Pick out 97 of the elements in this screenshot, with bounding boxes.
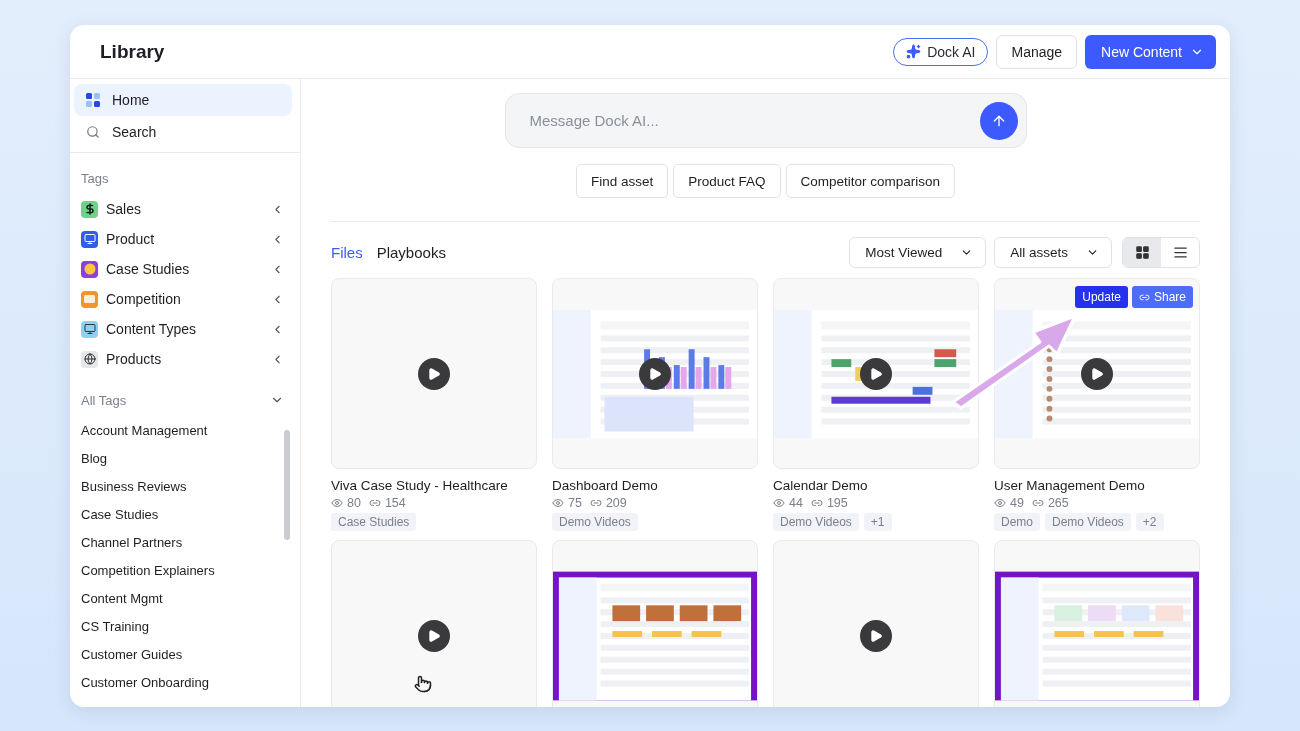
tag-chip: Demo bbox=[994, 513, 1040, 531]
play-icon[interactable] bbox=[418, 357, 450, 390]
list-view-button[interactable] bbox=[1161, 237, 1199, 267]
nav-label: Home bbox=[112, 92, 150, 108]
tab[interactable]: Playbooks bbox=[376, 243, 446, 261]
view-count: 49 bbox=[1010, 496, 1024, 510]
tag-label: Products bbox=[106, 351, 163, 367]
message-field[interactable]: Message Dock AI... bbox=[504, 93, 1027, 148]
play-icon[interactable] bbox=[860, 619, 892, 652]
section-heading: Tags bbox=[80, 171, 110, 186]
tag-chip: +2 bbox=[1135, 513, 1164, 531]
send-button[interactable] bbox=[979, 101, 1018, 140]
tag-list-item[interactable]: Competition Explainers bbox=[70, 556, 300, 584]
video-thumbnail[interactable] bbox=[994, 540, 1200, 707]
card-title: Viva Case Study - Healthcare bbox=[331, 478, 509, 493]
suggestion-button[interactable]: Competitor comparison bbox=[785, 164, 956, 198]
tag-chip: +1 bbox=[863, 513, 892, 531]
card-title: Calendar Demo bbox=[773, 478, 869, 493]
tag-item[interactable]: Products bbox=[70, 344, 300, 374]
tab[interactable]: Files bbox=[331, 243, 363, 261]
tag-list-item[interactable]: Channel Partners bbox=[70, 528, 300, 556]
suggestion-button[interactable]: Product FAQ bbox=[673, 164, 781, 198]
all-tags-toggle[interactable]: All Tags bbox=[70, 388, 300, 412]
tag-chip: Demo Videos bbox=[552, 513, 638, 531]
nav-item[interactable]: Search bbox=[74, 116, 292, 148]
manage-button[interactable]: Manage bbox=[996, 34, 1078, 69]
tag-list-item[interactable]: Business Reviews bbox=[70, 472, 300, 500]
grid-view-button[interactable] bbox=[1123, 237, 1161, 267]
video-thumbnail[interactable] bbox=[552, 278, 758, 469]
link-icon bbox=[1031, 497, 1044, 509]
tag-list-item[interactable]: Blog bbox=[70, 444, 300, 472]
sort-dropdown[interactable]: Most Viewed bbox=[849, 236, 987, 268]
link-count: 195 bbox=[826, 496, 848, 510]
tag-icon bbox=[81, 200, 98, 218]
tag-chip: Demo Videos bbox=[1045, 513, 1131, 531]
nav-label: Search bbox=[112, 124, 157, 140]
update-button[interactable]: Update bbox=[1075, 286, 1128, 308]
tag-item[interactable]: Competition bbox=[70, 284, 300, 314]
tag-list-item[interactable]: Account Management bbox=[70, 416, 300, 444]
tag-icon bbox=[81, 320, 98, 338]
tag-chip: Case Studies bbox=[331, 513, 417, 531]
play-icon[interactable] bbox=[418, 619, 450, 652]
video-thumbnail[interactable] bbox=[331, 278, 537, 469]
page-title: Library bbox=[100, 40, 166, 63]
link-count: 154 bbox=[384, 496, 406, 510]
tag-label: Sales bbox=[106, 201, 143, 217]
video-thumbnail[interactable] bbox=[773, 540, 979, 707]
tag-label: Content Types bbox=[106, 321, 198, 337]
eye-icon bbox=[994, 497, 1006, 509]
eye-icon bbox=[552, 497, 564, 509]
tag-label: Case Studies bbox=[106, 261, 191, 277]
link-icon bbox=[368, 497, 381, 509]
view-count: 75 bbox=[568, 496, 582, 510]
eye-icon bbox=[331, 497, 343, 509]
tag-icon bbox=[81, 290, 98, 308]
tag-item[interactable]: Case Studies bbox=[70, 254, 300, 284]
video-thumbnail[interactable] bbox=[552, 540, 758, 707]
nav-item[interactable]: Home bbox=[74, 84, 292, 116]
tag-label: Product bbox=[106, 231, 156, 247]
tag-item[interactable]: Content Types bbox=[70, 314, 300, 344]
tag-list-item[interactable]: Case Studies bbox=[70, 500, 300, 528]
eye-icon bbox=[773, 497, 785, 509]
suggestion-button[interactable]: Find asset bbox=[575, 164, 669, 198]
new-content-button[interactable]: New Content bbox=[1085, 34, 1216, 69]
video-thumbnail[interactable] bbox=[773, 278, 979, 469]
filter-dropdown[interactable]: All assets bbox=[994, 236, 1112, 268]
search-icon bbox=[86, 125, 100, 139]
tag-list-item[interactable]: Customer Guides bbox=[70, 640, 300, 668]
share-button[interactable]: Share bbox=[1131, 286, 1193, 308]
tag-item[interactable]: Sales bbox=[70, 194, 300, 224]
tag-item[interactable]: Product bbox=[70, 224, 300, 254]
tag-list-item[interactable]: Customer Onboarding bbox=[70, 668, 300, 696]
tag-label: Competition bbox=[106, 291, 182, 307]
tag-chip: Demo Videos bbox=[773, 513, 859, 531]
tag-list-item[interactable]: CS Training bbox=[70, 612, 300, 640]
tag-icon bbox=[81, 350, 98, 368]
home-icon bbox=[86, 93, 100, 107]
section-heading: All Tags bbox=[81, 392, 127, 408]
tag-list-item[interactable]: Content Mgmt bbox=[70, 584, 300, 612]
view-count: 44 bbox=[789, 496, 803, 510]
video-thumbnail[interactable] bbox=[331, 540, 537, 707]
tag-icon bbox=[81, 260, 98, 278]
view-count: 80 bbox=[347, 496, 361, 510]
message-input[interactable]: Message Dock AI... bbox=[527, 111, 980, 130]
sparkle-icon bbox=[906, 44, 922, 59]
tag-icon bbox=[81, 230, 98, 248]
list-icon bbox=[1172, 244, 1188, 260]
link-count: 209 bbox=[605, 496, 627, 510]
link-icon bbox=[810, 497, 823, 509]
card-title: Dashboard Demo bbox=[552, 478, 659, 493]
link-count: 265 bbox=[1047, 496, 1069, 510]
grid-icon bbox=[1134, 244, 1150, 260]
scrollbar[interactable] bbox=[284, 430, 290, 540]
dock-ai-button[interactable]: Dock AI bbox=[893, 37, 989, 66]
link-icon bbox=[589, 497, 602, 509]
card-title: User Management Demo bbox=[994, 478, 1146, 493]
video-thumbnail[interactable]: Update Share bbox=[994, 278, 1200, 469]
